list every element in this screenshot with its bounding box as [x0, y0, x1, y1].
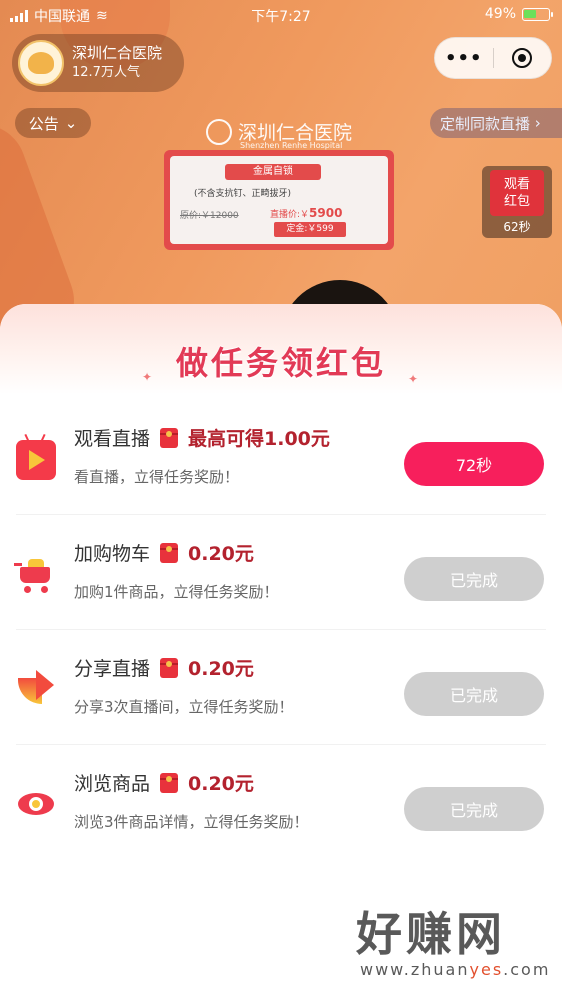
panel-title: 做任务领红包	[175, 344, 386, 382]
task-desc: 分享3次直播间，立得任务奖励！	[74, 698, 294, 716]
task-reward: 0.20元	[188, 543, 254, 565]
watch-red-packet-label: 观看红包	[503, 177, 530, 209]
task-name: 分享直播	[74, 658, 151, 680]
task-done-button[interactable]: 已完成	[404, 787, 544, 831]
watermark-url-accent: yes	[469, 960, 504, 979]
product-poster: 金属自锁 (不含支抗钉、正畸拔牙) 原价:￥12000 直播价:￥5900 定金…	[164, 150, 394, 250]
red-packet-icon	[160, 542, 179, 563]
mini-program-capsule: •••	[434, 37, 552, 79]
task-countdown-button[interactable]: 72秒	[404, 442, 544, 486]
hospital-logo-icon	[206, 118, 232, 145]
share-arrow-icon	[16, 670, 56, 710]
shopping-cart-icon	[14, 555, 56, 595]
task-reward: 最高可得1.00元	[188, 428, 330, 450]
watch-red-packet[interactable]: 观看红包 62秒	[482, 166, 552, 238]
clock: 下午7:27	[251, 9, 311, 25]
custom-live-button[interactable]: 定制同款直播 ›	[430, 108, 562, 138]
task-done-button[interactable]: 已完成	[404, 672, 544, 716]
poster-subtitle: (不含支抗钉、正畸拔牙)	[194, 189, 292, 199]
task-desc: 浏览3件商品详情，立得任务奖励！	[74, 813, 309, 831]
chevron-right-icon: ›	[530, 114, 541, 132]
task-item: 加购物车 0.20元 加购1件商品，立得任务奖励！ 已完成	[0, 515, 562, 630]
watermark-url-suffix: .com	[503, 960, 551, 979]
more-dots-icon[interactable]: •••	[435, 37, 493, 79]
task-item: 分享直播 0.20元 分享3次直播间，立得任务奖励！ 已完成	[0, 630, 562, 745]
task-name: 浏览商品	[74, 773, 151, 795]
battery-icon	[522, 7, 553, 21]
red-packet-icon	[160, 427, 179, 448]
poster-live-price-label: 直播价:￥	[270, 210, 310, 220]
task-name: 加购物车	[74, 543, 151, 565]
task-reward: 0.20元	[188, 773, 254, 795]
poster-live-price: 直播价:￥5900	[270, 206, 342, 220]
task-reward: 0.20元	[188, 658, 254, 680]
task-done-button[interactable]: 已完成	[404, 557, 544, 601]
task-panel: ✦ ✦ 做任务领红包 观看直播 最高可得1.00元 看直播，立得任务奖励！ 72…	[0, 304, 562, 1000]
host-name: 深圳仁合医院	[72, 44, 163, 62]
chevron-down-icon: ⌄	[64, 114, 78, 132]
custom-live-label: 定制同款直播	[440, 114, 531, 133]
eye-icon	[16, 785, 56, 825]
watermark-url: www.zhuanyes.com	[360, 960, 550, 979]
target-icon	[512, 48, 533, 68]
close-capsule-button[interactable]	[493, 37, 551, 79]
task-desc: 加购1件商品，立得任务奖励！	[74, 583, 279, 601]
watch-red-packet-countdown: 62秒	[503, 220, 531, 234]
red-packet-icon	[160, 657, 179, 678]
watermark-url-prefix: www.zhuan	[360, 960, 470, 979]
red-packet-icon	[160, 772, 179, 793]
task-item: 浏览商品 0.20元 浏览3件商品详情，立得任务奖励！ 已完成	[0, 745, 562, 860]
watermark-brand: 好赚网	[356, 907, 506, 961]
task-name: 观看直播	[74, 428, 151, 450]
popularity-count: 12.7万人气	[72, 65, 140, 80]
battery-percent: 49%	[484, 6, 516, 22]
watermark: 好赚网 www.zhuanyes.com	[356, 908, 550, 979]
notice-label: 公告	[28, 114, 59, 133]
hospital-sign-en: Shenzhen Renhe Hospital	[240, 141, 343, 150]
status-bar: 中国联通 ≋ 下午7:27 49%	[0, 0, 562, 30]
poster-deposit: 定金:￥599	[274, 222, 346, 237]
task-item: 观看直播 最高可得1.00元 看直播，立得任务奖励！ 72秒	[0, 400, 562, 515]
task-panel-header: ✦ ✦ 做任务领红包	[0, 304, 562, 394]
poster-original-price: 原价:￥12000	[180, 211, 239, 221]
host-card[interactable]: 深圳仁合医院 12.7万人气	[12, 34, 184, 92]
avatar[interactable]	[18, 40, 64, 86]
red-packet-icon: 观看红包	[490, 170, 544, 216]
poster-live-price-value: 5900	[309, 206, 343, 220]
task-desc: 看直播，立得任务奖励！	[74, 468, 240, 486]
notice-button[interactable]: 公告 ⌄	[15, 108, 91, 138]
tv-play-icon	[16, 433, 56, 480]
poster-title: 金属自锁	[225, 164, 321, 180]
